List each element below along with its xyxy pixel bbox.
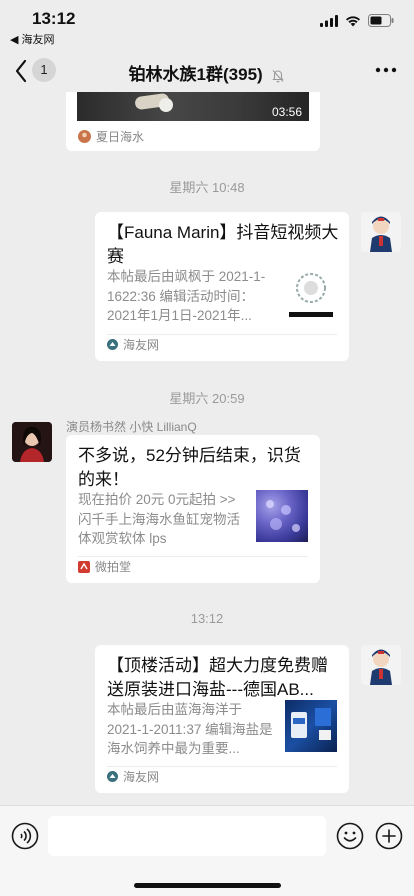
card-title: 【顶楼活动】超大力度免费赠送原装进口海盐---德国AB... [107, 656, 328, 699]
card-title: 【Fauna Marin】抖音短视频大赛 [107, 223, 339, 266]
status-icons [320, 14, 394, 27]
card-source: 夏日海水 [78, 128, 144, 145]
video-thumbnail[interactable]: 03:56 [77, 92, 309, 121]
status-time: 13:12 [32, 9, 76, 28]
more-dots-icon[interactable] [374, 60, 398, 80]
card-source: 微拍堂 [78, 558, 131, 575]
group-name: 铂林水族1群(395) [128, 65, 263, 84]
plus-icon[interactable] [375, 822, 403, 850]
page-title: 铂林水族1群(395) [0, 60, 414, 85]
card-source: 海友网 [107, 768, 159, 785]
status-bar: 13:12 ◀ 海友网 [0, 0, 414, 48]
sender-avatar[interactable] [12, 422, 52, 462]
video-message-card[interactable]: 03:56 夏日海水 [66, 92, 320, 151]
emoji-icon[interactable] [336, 822, 364, 850]
haiyou-logo-icon [107, 771, 118, 782]
qr-code-image [289, 273, 333, 317]
chat-message-list[interactable]: 03:56 夏日海水 星期六 10:48 【Fauna Marin】抖音短视频大… [0, 92, 414, 805]
card-thumbnail [256, 490, 308, 542]
link-card-auction[interactable]: 不多说，52分钟后结束，识货的来！ 现在拍价 20元 0元起拍 >> 闪千手上海… [66, 435, 320, 583]
card-thumbnail [285, 266, 337, 318]
card-title: 不多说，52分钟后结束，识货的来！ [78, 446, 301, 489]
home-indicator[interactable] [134, 883, 281, 888]
card-source: 海友网 [107, 336, 159, 353]
card-description: 本帖最后由飒枫于 2021-1-1622:36 编辑活动时间：2021年1月1日… [107, 269, 266, 323]
sender-name: 演员杨书然 小快 LillianQ [66, 420, 197, 434]
my-avatar[interactable] [361, 212, 401, 252]
source-avatar-icon [78, 130, 91, 143]
link-card-fauna-marin[interactable]: 【Fauna Marin】抖音短视频大赛 本帖最后由飒枫于 2021-1-162… [95, 212, 349, 361]
message-timestamp: 星期六 10:48 [169, 180, 245, 195]
battery-icon [368, 14, 394, 27]
my-avatar[interactable] [361, 645, 401, 685]
link-card-sea-salt[interactable]: 【顶楼活动】超大力度免费赠送原装进口海盐---德国AB... 本帖最后由蓝海海洋… [95, 645, 349, 793]
message-input[interactable] [48, 816, 326, 856]
back-to-app-link[interactable]: ◀ 海友网 [10, 31, 55, 47]
message-timestamp: 13:12 [190, 611, 224, 626]
card-thumbnail [285, 700, 337, 752]
voice-icon[interactable] [11, 822, 39, 850]
wifi-icon [346, 15, 360, 26]
card-description: 现在拍价 20元 0元起拍 >> 闪千手上海海水鱼缸宠物活体观赏软体 lps [78, 492, 240, 546]
mute-bell-icon [272, 69, 284, 82]
chat-header: 1 铂林水族1群(395) [0, 48, 414, 92]
message-timestamp: 星期六 20:59 [169, 391, 245, 406]
card-description: 本帖最后由蓝海海洋于 2021-1-2011:37 编辑海盐是海水饲养中最为重要… [107, 702, 273, 756]
video-duration: 03:56 [271, 105, 302, 119]
weipaitang-logo-icon [78, 560, 90, 573]
haiyou-logo-icon [107, 339, 118, 350]
signal-icon [320, 14, 338, 27]
